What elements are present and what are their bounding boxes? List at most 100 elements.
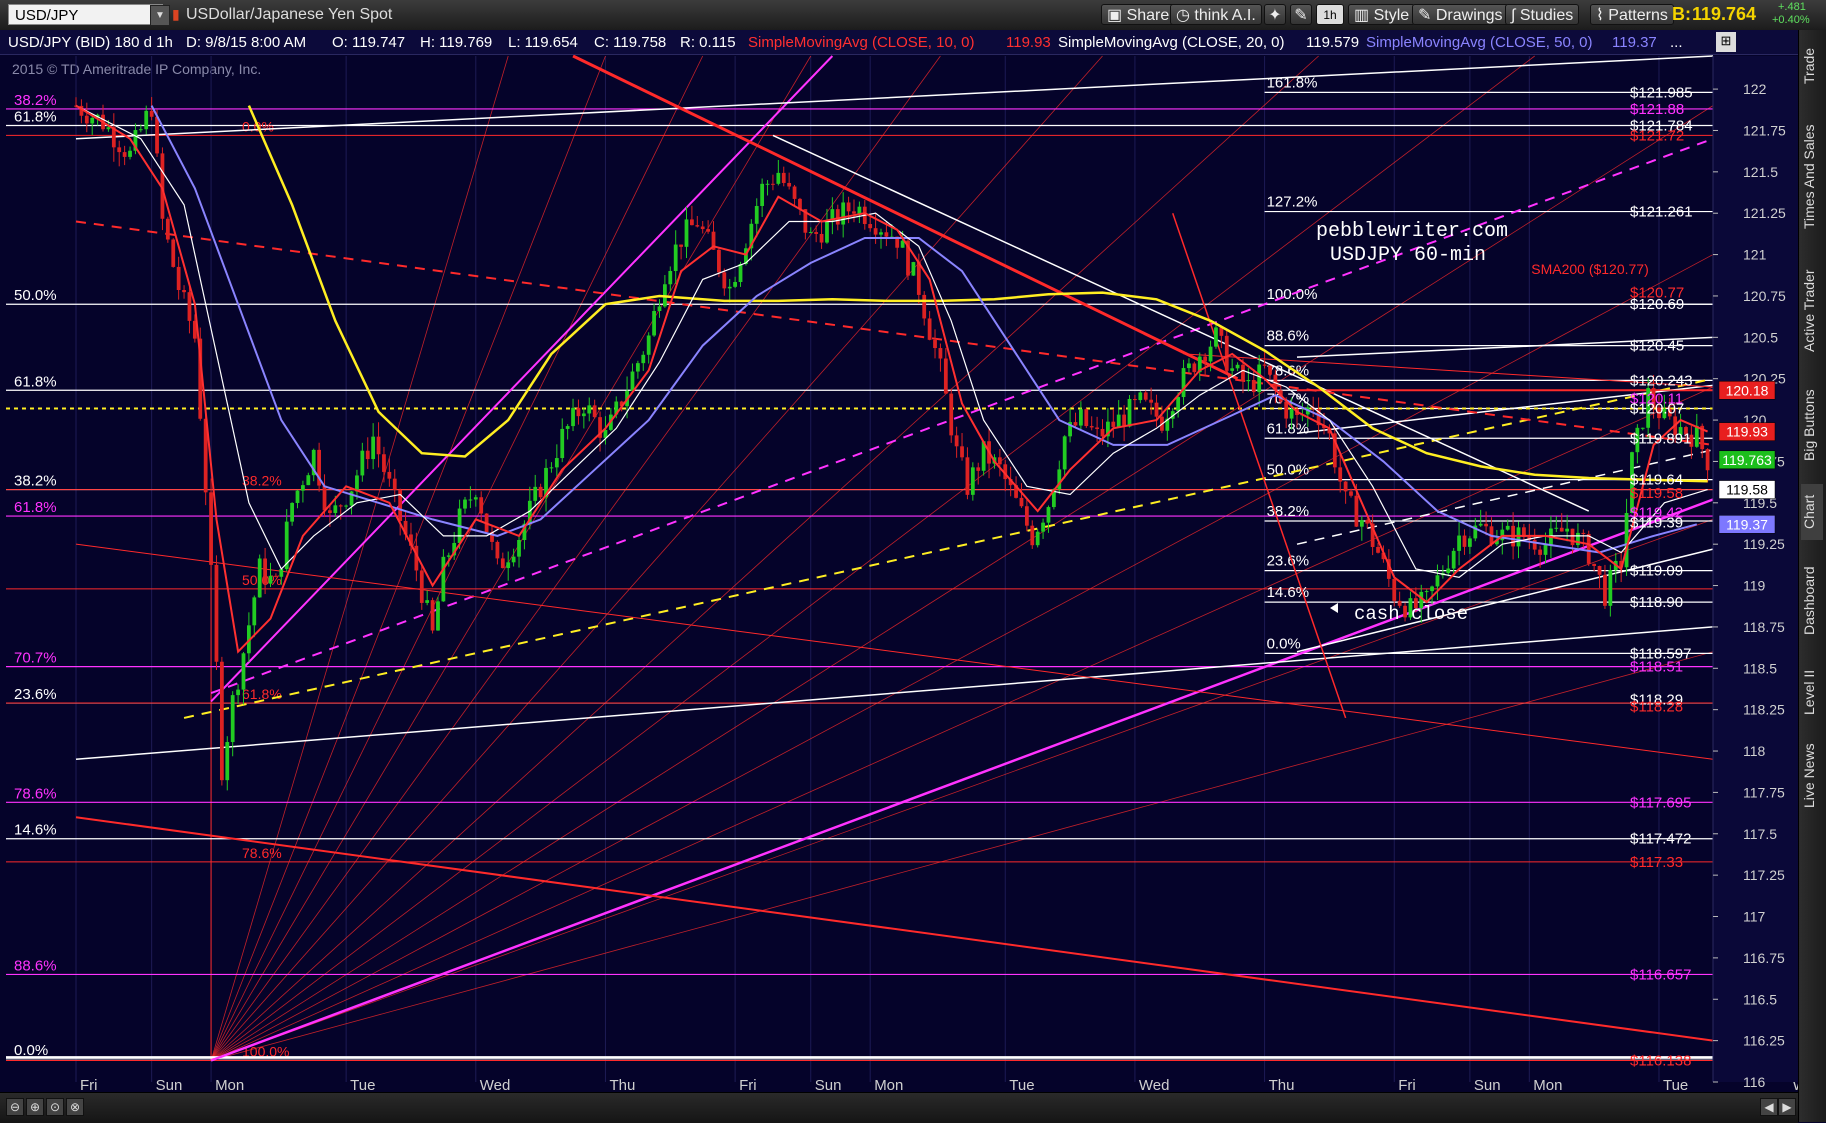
sidebar-tab-active-trader[interactable]: Active Trader <box>1801 258 1823 364</box>
y-tick-label: 117.75 <box>1743 784 1785 800</box>
zoom-out-icon[interactable]: ⊖ <box>6 1098 24 1116</box>
candle-body <box>371 436 376 460</box>
candle-body <box>138 129 143 131</box>
y-tick-label: 118.75 <box>1743 619 1785 635</box>
crosshair-icon[interactable]: ⊗ <box>66 1098 84 1116</box>
candle-body <box>1435 575 1440 587</box>
candle-body <box>927 318 932 340</box>
chevron-down-icon[interactable]: ▼ <box>150 5 170 26</box>
candle-body <box>473 497 478 500</box>
candle-body <box>468 499 473 501</box>
candle-body <box>1349 491 1353 496</box>
scroll-right-icon[interactable]: ▶ <box>1778 1098 1796 1116</box>
candle-body <box>1538 549 1543 555</box>
bar-range: R: 0.115 <box>680 34 736 51</box>
fib-label-magenta: 78.6% <box>14 785 57 802</box>
timeframe-selector[interactable]: 1h <box>1316 4 1344 25</box>
candle-body <box>581 413 586 417</box>
candle-body <box>1376 546 1380 553</box>
sidebar-tab-trade[interactable]: Trade <box>1801 38 1823 94</box>
candle-body <box>1505 525 1510 530</box>
candle-body <box>938 348 943 359</box>
candle-body <box>274 575 278 577</box>
candle-body <box>290 502 294 522</box>
candle-body <box>1446 568 1451 573</box>
candle-body <box>214 564 219 662</box>
style-button[interactable]: ▥ Style <box>1348 4 1416 25</box>
candle-body <box>1176 397 1181 412</box>
y-tick-label: 116 <box>1743 1074 1766 1090</box>
zoom-in-icon[interactable]: ⊕ <box>26 1098 44 1116</box>
price-label: $121.261 <box>1630 204 1693 221</box>
y-tick-label: 118 <box>1743 743 1766 759</box>
candle-body <box>1705 449 1710 471</box>
candle-body <box>517 540 521 557</box>
candle-body <box>230 695 235 743</box>
settings-icon[interactable]: ✎ <box>1290 4 1312 25</box>
wrench-icon[interactable]: ✦ <box>1264 4 1286 25</box>
price-label: $120.07 <box>1630 400 1684 417</box>
candle-body <box>1457 535 1461 551</box>
sidebar-tab-level-ii[interactable]: Level II <box>1801 662 1823 722</box>
y-tick-label: 119.25 <box>1743 536 1785 552</box>
candle-body <box>635 363 640 372</box>
price-chart[interactable]: 2015 © TD Ameritrade IP Company, Inc.Fri… <box>0 0 1826 1122</box>
candle-body <box>1392 578 1397 601</box>
candle-body <box>679 244 683 247</box>
candle-body <box>1035 531 1040 546</box>
candle-body <box>376 436 381 455</box>
style-icon: ▥ <box>1354 7 1370 24</box>
symbol-input[interactable]: USD/JPY <box>8 4 163 25</box>
candle-body <box>1424 591 1429 593</box>
y-tick-label: 117 <box>1743 909 1766 925</box>
pin-icon[interactable]: ⊞ <box>1716 32 1736 52</box>
candle-body <box>641 354 646 364</box>
scroll-left-icon[interactable]: ◀ <box>1760 1098 1778 1116</box>
patterns-button[interactable]: ⌇ Patterns <box>1590 4 1674 25</box>
studies-button[interactable]: ∫ Studies <box>1505 4 1580 25</box>
candle-body <box>1570 528 1575 546</box>
share-label: Share <box>1126 7 1170 24</box>
candle-body <box>144 110 149 130</box>
zoom-fit-icon[interactable]: ⊙ <box>46 1098 64 1116</box>
sidebar-tab-times-and-sales[interactable]: Times And Sales <box>1801 112 1823 242</box>
candle-body <box>1554 527 1559 529</box>
candle-body <box>1062 436 1067 470</box>
top-toolbar: USD/JPY ▼ ▮ USDollar/Japanese Yen Spot ▣… <box>0 0 1826 31</box>
sidebar-tab-chart[interactable]: Chart <box>1801 484 1823 540</box>
price-label: $121.985 <box>1630 84 1693 101</box>
candle-body <box>835 209 840 225</box>
more-studies[interactable]: ... <box>1670 34 1683 52</box>
thinkai-button[interactable]: ◷ think A.I. <box>1170 4 1262 25</box>
candle-body <box>1359 520 1364 527</box>
y-tick-label: 120.75 <box>1743 288 1786 304</box>
change-percent: +0.40% <box>1772 14 1810 26</box>
fib-label-white: 38.2% <box>14 473 57 490</box>
bid-label: B: <box>1672 4 1691 24</box>
candle-body <box>1478 523 1483 526</box>
sidebar-tab-live-news[interactable]: Live News <box>1801 736 1823 816</box>
bottom-scrollbar[interactable] <box>0 1092 1798 1123</box>
drawings-label: Drawings <box>1435 7 1503 24</box>
candle-body <box>771 183 775 185</box>
candle-body <box>419 570 424 603</box>
candle-body <box>252 597 257 626</box>
drawings-button[interactable]: ✎ Drawings <box>1412 4 1509 25</box>
candle-body <box>1030 525 1035 546</box>
candle-body <box>1073 422 1078 426</box>
candle-body <box>1149 399 1154 403</box>
candle-body <box>1462 535 1467 547</box>
candle-body <box>997 457 1002 465</box>
candle-body <box>792 186 797 199</box>
candle-body <box>857 206 862 214</box>
candle-body <box>1543 544 1548 555</box>
share-button[interactable]: ▣ Share <box>1101 4 1176 25</box>
candle-body <box>1138 392 1143 401</box>
y-tick-label: 120.5 <box>1743 329 1778 345</box>
candle-body <box>1046 507 1051 523</box>
price-bubble-text: 119.763 <box>1722 452 1772 468</box>
sidebar-tab-big-buttons[interactable]: Big Buttons <box>1801 380 1823 470</box>
fib-label-white: 50.0% <box>14 287 57 304</box>
sidebar-tab-dashboard[interactable]: Dashboard <box>1801 556 1823 646</box>
fib-label-right: 88.6% <box>1267 328 1310 345</box>
